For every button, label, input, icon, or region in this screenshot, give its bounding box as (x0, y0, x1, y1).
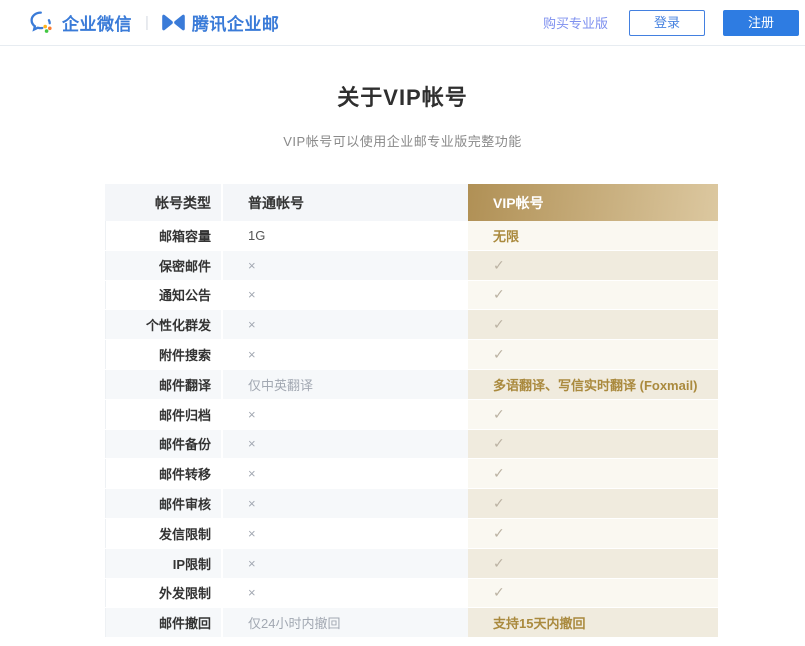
vip-account-value: ✓ (468, 549, 718, 579)
normal-account-value: 1G (223, 221, 468, 251)
normal-account-value: × (223, 400, 468, 430)
vip-account-value: ✓ (468, 579, 718, 609)
table-row: 邮件转移 × ✓ (105, 459, 718, 489)
feature-label: 通知公告 (105, 281, 223, 311)
normal-account-value: 仅24小时内撤回 (223, 608, 468, 638)
table-row: 邮件备份 × ✓ (105, 430, 718, 460)
hero-section: 关于VIP帐号 VIP帐号可以使用企业邮专业版完整功能 (0, 80, 805, 150)
vip-account-value: ✓ (468, 251, 718, 281)
vip-account-value: 多语翻译、写信实时翻译 (Foxmail) (468, 370, 718, 400)
wechat-work-label: 企业微信 (62, 10, 132, 35)
vip-account-value: ✓ (468, 519, 718, 549)
table-row: 发信限制 × ✓ (105, 519, 718, 549)
vip-account-value: ✓ (468, 400, 718, 430)
wechat-work-icon (30, 11, 55, 34)
table-row: 邮件翻译 仅中英翻译 多语翻译、写信实时翻译 (Foxmail) (105, 370, 718, 400)
normal-account-value: × (223, 549, 468, 579)
feature-label: 邮件撤回 (105, 608, 223, 638)
comparison-table: 帐号类型 普通帐号 VIP帐号 邮箱容量 1G 无限 保密邮件 × ✓ 通知公告… (105, 184, 718, 638)
vip-account-value: ✓ (468, 430, 718, 460)
feature-label: 邮件归档 (105, 400, 223, 430)
normal-account-value: × (223, 579, 468, 609)
top-nav: 企业微信 | 腾讯企业邮 购买专业版 登录 注册 (0, 0, 805, 46)
vip-account-value: ✓ (468, 281, 718, 311)
normal-account-value: × (223, 251, 468, 281)
normal-account-value: × (223, 340, 468, 370)
wechat-work-logo[interactable]: 企业微信 (30, 10, 132, 35)
vip-account-value: 无限 (468, 221, 718, 251)
feature-label: IP限制 (105, 549, 223, 579)
feature-label: 保密邮件 (105, 251, 223, 281)
feature-label: 外发限制 (105, 579, 223, 609)
table-row: 外发限制 × ✓ (105, 579, 718, 609)
header-normal-account: 普通帐号 (223, 184, 468, 221)
buy-pro-link[interactable]: 购买专业版 (543, 13, 608, 32)
normal-account-value: × (223, 310, 468, 340)
feature-label: 邮件翻译 (105, 370, 223, 400)
feature-label: 邮件转移 (105, 459, 223, 489)
vip-account-value: ✓ (468, 459, 718, 489)
table-body: 邮箱容量 1G 无限 保密邮件 × ✓ 通知公告 × ✓ 个性化群发 × ✓ 附… (105, 221, 718, 638)
table-row: IP限制 × ✓ (105, 549, 718, 579)
feature-label: 个性化群发 (105, 310, 223, 340)
table-row: 保密邮件 × ✓ (105, 251, 718, 281)
register-button[interactable]: 注册 (723, 10, 799, 36)
header-account-type: 帐号类型 (105, 184, 223, 221)
table-row: 个性化群发 × ✓ (105, 310, 718, 340)
normal-account-value: × (223, 519, 468, 549)
table-row: 邮箱容量 1G 无限 (105, 221, 718, 251)
page-subtitle: VIP帐号可以使用企业邮专业版完整功能 (0, 131, 805, 150)
feature-label: 邮箱容量 (105, 221, 223, 251)
feature-label: 附件搜索 (105, 340, 223, 370)
normal-account-value: × (223, 430, 468, 460)
table-row: 邮件撤回 仅24小时内撤回 支持15天内撤回 (105, 608, 718, 638)
login-button[interactable]: 登录 (629, 10, 705, 36)
feature-label: 邮件备份 (105, 430, 223, 460)
exmail-logo[interactable]: 腾讯企业邮 (162, 10, 280, 35)
normal-account-value: 仅中英翻译 (223, 370, 468, 400)
table-row: 邮件归档 × ✓ (105, 400, 718, 430)
page-title: 关于VIP帐号 (0, 80, 805, 112)
table-row: 附件搜索 × ✓ (105, 340, 718, 370)
vip-account-value: ✓ (468, 340, 718, 370)
feature-label: 邮件审核 (105, 489, 223, 519)
normal-account-value: × (223, 281, 468, 311)
exmail-icon (162, 13, 185, 32)
normal-account-value: × (223, 459, 468, 489)
table-row: 邮件审核 × ✓ (105, 489, 718, 519)
vip-account-value: 支持15天内撤回 (468, 608, 718, 638)
vip-account-value: ✓ (468, 310, 718, 340)
brand-divider: | (145, 14, 149, 31)
feature-label: 发信限制 (105, 519, 223, 549)
table-header-row: 帐号类型 普通帐号 VIP帐号 (105, 184, 718, 221)
vip-account-value: ✓ (468, 489, 718, 519)
normal-account-value: × (223, 489, 468, 519)
exmail-label: 腾讯企业邮 (192, 10, 280, 35)
table-row: 通知公告 × ✓ (105, 281, 718, 311)
header-vip-account: VIP帐号 (468, 184, 718, 221)
